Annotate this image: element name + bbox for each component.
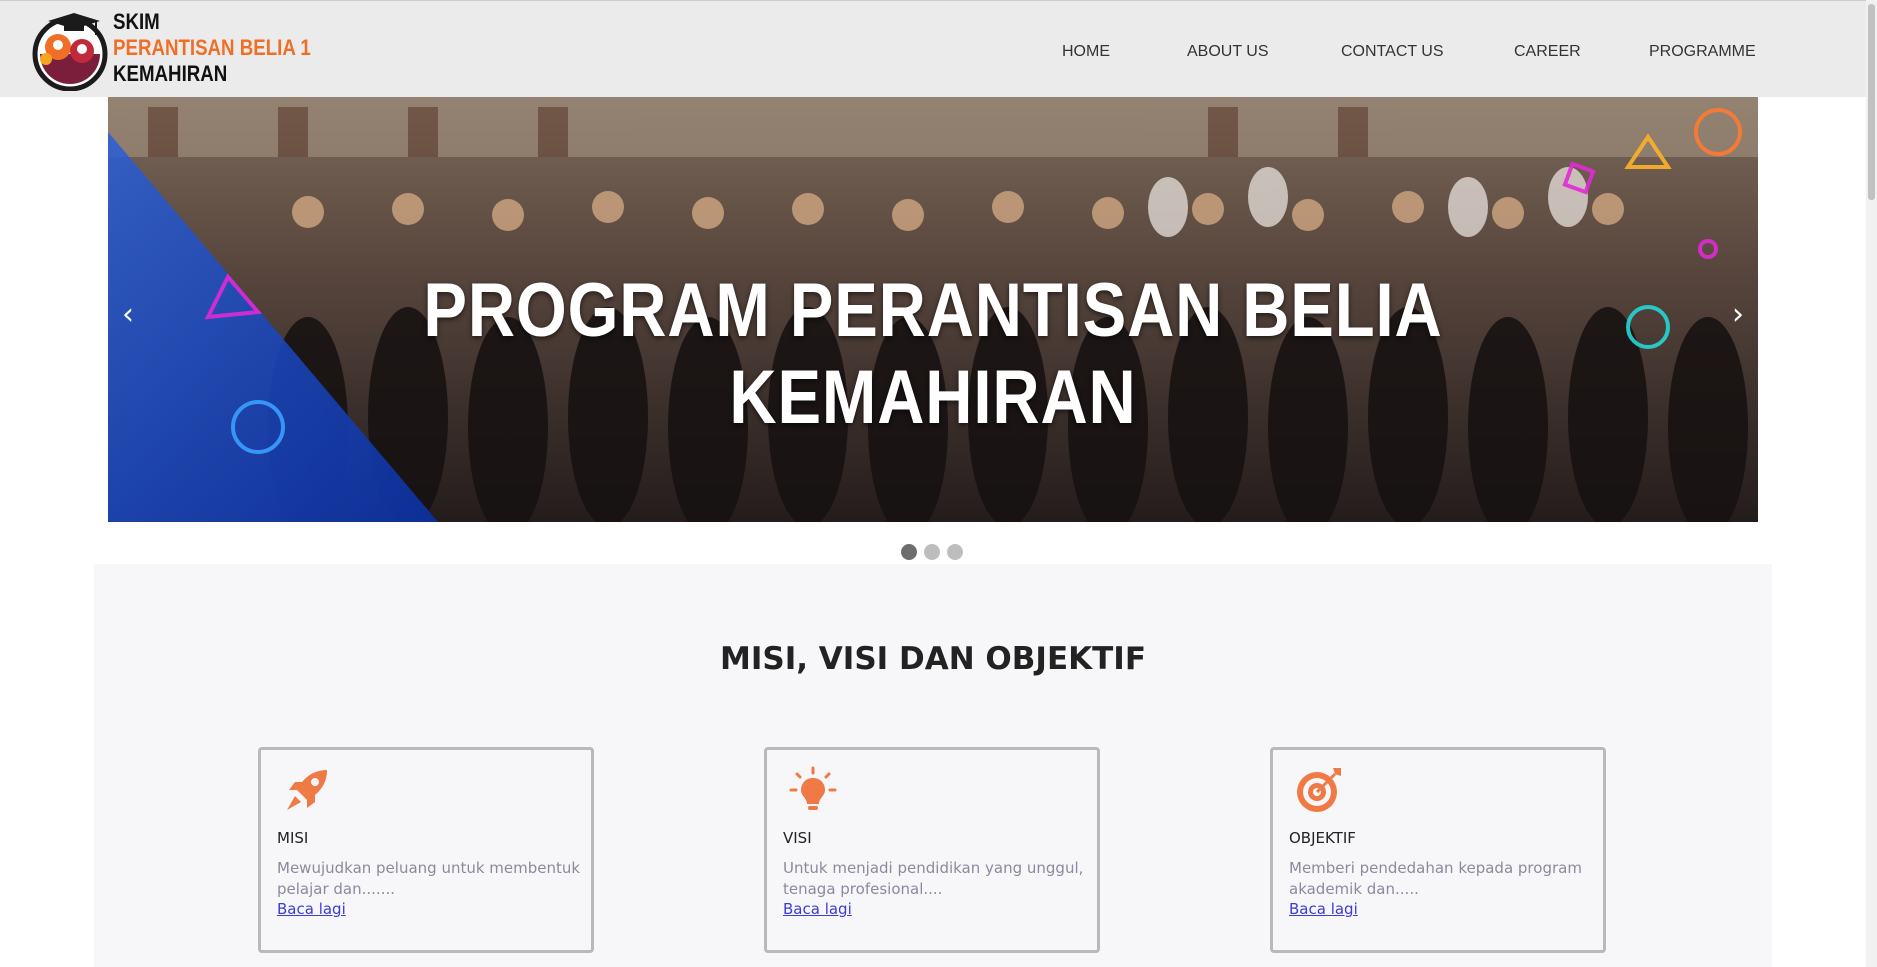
scrollbar-thumb[interactable] <box>1868 4 1875 200</box>
carousel-prev-button[interactable]: ‹ <box>122 297 134 332</box>
brand-line-1: SKIM <box>113 9 160 34</box>
misi-text: Mewujudkan peluang untuk membentuk pelaj… <box>277 859 581 898</box>
brand-line-2: PERANTISAN BELIA 1 <box>113 35 311 60</box>
visi-read-more-link[interactable]: Baca lagi <box>783 900 852 918</box>
top-navbar: SKIM PERANTISAN BELIA 1 KEMAHIRAN HOME A… <box>0 0 1866 97</box>
misi-read-more-link[interactable]: Baca lagi <box>277 900 346 918</box>
nav-career[interactable]: CAREER <box>1514 43 1581 61</box>
rocket-icon <box>287 770 327 810</box>
nav-about-us[interactable]: ABOUT US <box>1187 43 1269 61</box>
nav-home[interactable]: HOME <box>1062 43 1110 61</box>
lightbulb-icon <box>789 766 837 810</box>
carousel-dot-1[interactable] <box>901 544 917 560</box>
nav-contact-us[interactable]: CONTACT US <box>1341 43 1444 61</box>
section-heading: MISI, VISI DAN OBJEKTIF <box>719 641 1147 677</box>
skim-logo[interactable] <box>30 9 110 91</box>
target-icon <box>1297 768 1341 812</box>
brand-line-3: KEMAHIRAN <box>113 61 228 86</box>
carousel-dot-2[interactable] <box>924 544 940 560</box>
carousel-indicators <box>0 544 1877 560</box>
carousel-dot-3[interactable] <box>947 544 963 560</box>
objektif-title: OBJEKTIF <box>1289 829 1356 847</box>
misi-card: MISI Mewujudkan peluang untuk membentuk … <box>258 747 594 953</box>
objektif-read-more-link[interactable]: Baca lagi <box>1289 900 1358 918</box>
brand-name[interactable]: SKIM PERANTISAN BELIA 1 KEMAHIRAN <box>113 9 311 87</box>
mission-vision-section: MISI, VISI DAN OBJEKTIF MISI Mewujudkan … <box>94 564 1772 967</box>
visi-title: VISI <box>783 829 812 847</box>
nav-programme[interactable]: PROGRAMME <box>1649 43 1756 61</box>
objektif-card: OBJEKTIF Memberi pendedahan kepada progr… <box>1270 747 1606 953</box>
visi-card: VISI Untuk menjadi pendidikan yang unggu… <box>764 747 1100 953</box>
misi-title: MISI <box>277 829 309 847</box>
page-scrollbar[interactable] <box>1866 0 1877 967</box>
hero-carousel: PROGRAM PERANTISAN BELIA KEMAHIRAN ‹ › <box>108 97 1758 522</box>
slide-title: PROGRAM PERANTISAN BELIA KEMAHIRAN <box>423 268 1443 440</box>
carousel-next-button[interactable]: › <box>1732 297 1744 332</box>
objektif-text: Memberi pendedahan kepada program akadem… <box>1289 859 1582 898</box>
visi-text: Untuk menjadi pendidikan yang unggul, te… <box>783 859 1084 898</box>
